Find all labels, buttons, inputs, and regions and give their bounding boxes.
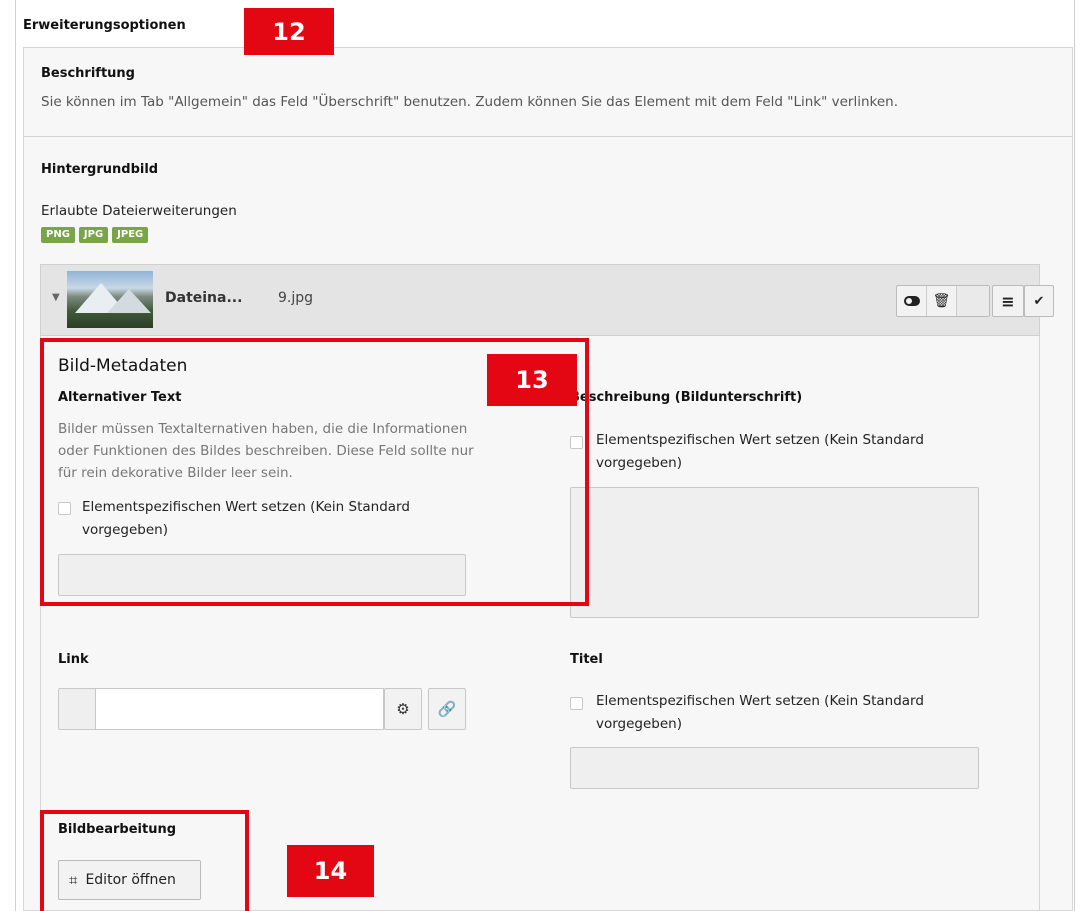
extension-badges: PNG JPG JPEG	[41, 227, 149, 243]
delete-button[interactable]: 🗑	[927, 286, 957, 316]
link-input[interactable]	[96, 688, 384, 730]
file-actions-group: 🗑	[896, 285, 990, 317]
file-name-label: Dateina...	[165, 290, 243, 306]
caption-help-text: Sie können im Tab "Allgemein" das Feld "…	[41, 94, 899, 110]
trash-icon: 🗑	[932, 293, 951, 309]
chain-link-icon: 🔗	[437, 700, 457, 718]
annotation-badge-13: 13	[487, 354, 577, 406]
image-thumbnail	[67, 271, 153, 328]
title-override-label: Elementspezifischen Wert setzen (Kein St…	[596, 693, 924, 732]
extension-badge: JPG	[78, 227, 109, 243]
link-label: Link	[58, 652, 89, 667]
link-prefix	[58, 688, 96, 730]
section-title: Erweiterungsoptionen	[23, 18, 186, 33]
toggle-icon	[903, 296, 920, 306]
link-open-button[interactable]: 🔗	[428, 688, 466, 730]
link-field-group	[58, 688, 384, 730]
file-name-value: 9.jpg	[278, 290, 314, 306]
description-override-label: Elementspezifischen Wert setzen (Kein St…	[596, 432, 924, 471]
check-icon: ✔	[1033, 293, 1045, 309]
description-textarea[interactable]	[570, 487, 979, 618]
title-label: Titel	[570, 652, 603, 667]
annotation-box-14	[40, 810, 249, 911]
caption-label: Beschriftung	[41, 66, 135, 81]
toggle-visibility-button[interactable]	[897, 286, 927, 316]
extension-badge: JPEG	[112, 227, 149, 243]
link-wizard-icon: ⚙	[396, 700, 410, 718]
section-divider	[24, 136, 1072, 137]
link-browser-button[interactable]: ⚙	[384, 688, 422, 730]
title-input[interactable]	[570, 747, 979, 789]
annotation-badge-14: 14	[287, 845, 374, 897]
confirm-button[interactable]: ✔	[1024, 285, 1054, 317]
file-actions-group-2: ≡	[992, 285, 1024, 317]
background-image-label: Hintergrundbild	[41, 162, 159, 177]
spacer-button	[957, 286, 989, 316]
extension-badge: PNG	[41, 227, 75, 243]
description-label: Beschreibung (Bildunterschrift)	[570, 390, 803, 405]
collapse-caret-icon[interactable]: ▼	[52, 292, 60, 303]
allowed-extensions-label: Erlaubte Dateierweiterungen	[41, 203, 237, 219]
title-override-checkbox[interactable]	[570, 697, 583, 710]
drag-handle-button[interactable]: ≡	[993, 286, 1023, 316]
menu-icon: ≡	[1001, 291, 1015, 311]
annotation-badge-12: 12	[244, 8, 334, 55]
